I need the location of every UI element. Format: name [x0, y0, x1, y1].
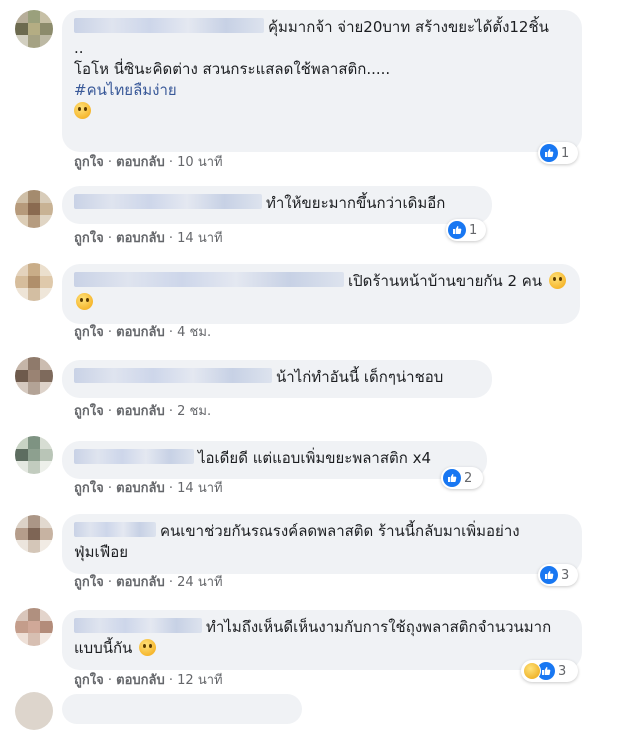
avatar[interactable] [15, 10, 53, 48]
reaction-number: 1 [469, 222, 478, 238]
grinning-face-icon [76, 293, 93, 310]
comment-text: น้าไก่ทำอันนี้ เด็กๆน่าชอบ [276, 368, 444, 386]
reaction-number: 2 [464, 470, 473, 486]
avatar[interactable] [15, 436, 53, 474]
comment-actions: ถูกใจ · ตอบกลับ · 24 นาที [74, 575, 223, 590]
comment-bubble: คุ้มมากจ้า จ่าย20บาท สร้างขยะได้ตั้ง12ชิ… [62, 10, 582, 152]
comment-actions: ถูกใจ · ตอบกลับ · 14 นาที [74, 481, 223, 496]
comment-actions: ถูกใจ · ตอบกลับ · 10 นาที [74, 155, 223, 170]
timestamp[interactable]: 2 ชม. [177, 404, 211, 419]
reply-link[interactable]: ตอบกลับ [116, 325, 165, 340]
reply-link[interactable]: ตอบกลับ [116, 575, 165, 590]
reaction-number: 3 [561, 567, 570, 583]
like-link[interactable]: ถูกใจ [74, 404, 104, 419]
reaction-count[interactable]: 3 [538, 564, 578, 586]
commenter-name-blurred[interactable] [74, 368, 272, 383]
hashtag-link[interactable]: #คนไทยลืมง่าย [74, 80, 570, 101]
commenter-name-blurred[interactable] [74, 272, 344, 287]
like-icon [448, 221, 466, 239]
like-icon [540, 144, 558, 162]
comment-bubble: ทำให้ขยะมากขึ้นกว่าเดิมอีก [62, 186, 492, 224]
emoji-sad [74, 101, 570, 120]
timestamp[interactable]: 24 นาที [177, 575, 222, 590]
comment-actions: ถูกใจ · ตอบกลับ · 14 นาที [74, 231, 223, 246]
comment-bubble: ไอเดียดี แต่แอบเพิ่มขยะพลาสติก x4 [62, 441, 487, 479]
reply-link[interactable]: ตอบกลับ [116, 481, 165, 496]
like-link[interactable]: ถูกใจ [74, 481, 104, 496]
timestamp[interactable]: 14 นาที [177, 481, 222, 496]
commenter-name-blurred[interactable] [74, 449, 194, 464]
commenter-name-blurred[interactable] [74, 522, 156, 537]
like-link[interactable]: ถูกใจ [74, 575, 104, 590]
reply-link[interactable]: ตอบกลับ [116, 231, 165, 246]
like-link[interactable]: ถูกใจ [74, 325, 104, 340]
comment-text: เปิดร้านหน้าบ้านขายกัน 2 คน [348, 272, 543, 290]
reaction-count[interactable]: 2 [441, 467, 483, 489]
timestamp[interactable]: 14 นาที [177, 231, 222, 246]
like-icon [540, 566, 558, 584]
like-link[interactable]: ถูกใจ [74, 231, 104, 246]
reply-link[interactable]: ตอบกลับ [116, 155, 165, 170]
comment-bubble [62, 694, 302, 724]
avatar[interactable] [15, 263, 53, 301]
sad-face-icon [74, 102, 91, 119]
comment-actions: ถูกใจ · ตอบกลับ · 2 ชม. [74, 404, 212, 419]
comment-bubble: ทำไมถึงเห็นดีเห็นงามกับการใช้ถุงพลาสติกจ… [62, 610, 582, 670]
comment-text: ทำให้ขยะมากขึ้นกว่าเดิมอีก [266, 194, 446, 212]
reaction-number: 3 [558, 663, 567, 679]
reaction-number: 1 [561, 145, 570, 161]
reply-link[interactable]: ตอบกลับ [116, 404, 165, 419]
commenter-name-blurred[interactable] [74, 18, 264, 33]
reply-link[interactable]: ตอบกลับ [116, 673, 165, 688]
timestamp[interactable]: 4 ชม. [177, 325, 211, 340]
reaction-count[interactable]: 3 [521, 660, 578, 682]
avatar[interactable] [15, 357, 53, 395]
comment-bubble: คนเขาช่วยกันรณรงค์ลดพลาสติด ร้านนี้กลับม… [62, 514, 582, 574]
reaction-count[interactable]: 1 [446, 219, 486, 241]
comment-text: ไอเดียดี แต่แอบเพิ่มขยะพลาสติก x4 [198, 449, 431, 467]
comment-bubble: เปิดร้านหน้าบ้านขายกัน 2 คน [62, 264, 580, 324]
like-link[interactable]: ถูกใจ [74, 155, 104, 170]
comment-actions: ถูกใจ · ตอบกลับ · 12 นาที [74, 673, 223, 688]
timestamp[interactable]: 10 นาที [177, 155, 222, 170]
comment-bubble: น้าไก่ทำอันนี้ เด็กๆน่าชอบ [62, 360, 492, 398]
reaction-count[interactable]: 1 [538, 142, 578, 164]
avatar[interactable] [15, 190, 53, 228]
commenter-name-blurred[interactable] [74, 618, 202, 633]
like-icon [443, 469, 461, 487]
like-link[interactable]: ถูกใจ [74, 673, 104, 688]
comment-actions: ถูกใจ · ตอบกลับ · 4 ชม. [74, 325, 212, 340]
timestamp[interactable]: 12 นาที [177, 673, 222, 688]
grinning-face-icon [548, 272, 566, 289]
avatar[interactable] [15, 692, 53, 730]
commenter-name-blurred[interactable] [74, 194, 262, 209]
sad-icon [523, 662, 541, 680]
pensive-face-icon [139, 639, 157, 656]
avatar[interactable] [15, 608, 53, 646]
avatar[interactable] [15, 515, 53, 553]
